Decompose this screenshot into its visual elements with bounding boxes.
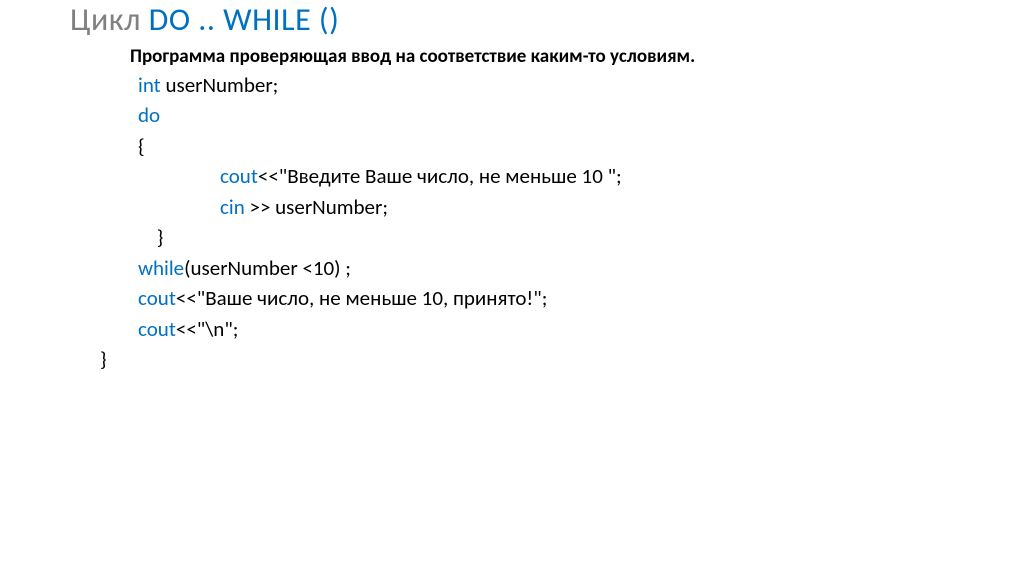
code-line-8: cout<<"Ваше число, не меньше 10, принято… [138,283,954,313]
title-main: DO .. WHILE () [149,0,340,39]
code-block: int userNumber; do { cout<<"Введите Ваше… [138,70,954,374]
code-line-1: int userNumber; [138,70,954,100]
code-line-4: cout<<"Введите Ваше число, не меньше 10 … [138,161,954,191]
slide-content: Цикл DO .. WHILE () Программа проверяюща… [0,0,1024,394]
keyword-while: while [138,255,184,281]
code-line-5: cin >> userNumber; [138,192,954,222]
code-line-9: cout<<"\n"; [138,314,954,344]
title-prefix: Цикл [70,0,149,39]
code-line-7: while(userNumber <10) ; [138,253,954,283]
code-line-3: { [138,131,954,161]
keyword-cout-3: cout [138,316,176,342]
keyword-cout: cout [220,163,258,189]
slide-subtitle: Программа проверяющая ввод на соответств… [130,45,954,68]
keyword-cin: cin [220,194,245,220]
code-line-6: } [138,222,954,252]
code-line-10: } [100,344,954,374]
slide-title: Цикл DO .. WHILE () [70,0,954,39]
keyword-do: do [138,102,160,128]
keyword-int: int [138,72,161,98]
keyword-cout-2: cout [138,285,176,311]
code-line-2: do [138,100,954,130]
